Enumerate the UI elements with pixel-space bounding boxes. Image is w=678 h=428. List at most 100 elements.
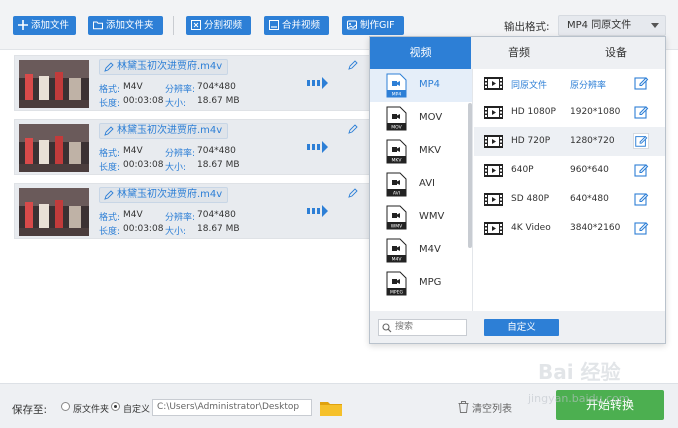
add-file-button[interactable]: 添加文件	[13, 16, 76, 35]
edit-icon[interactable]	[633, 191, 649, 207]
output-format-select[interactable]: MP4 同原文件	[558, 15, 666, 36]
format-search-input[interactable]: 搜索	[378, 319, 467, 336]
clear-list-button[interactable]: 清空列表	[458, 400, 512, 415]
gif-icon	[347, 20, 357, 30]
format-item-mkv[interactable]: MKV MKV	[370, 135, 472, 168]
svg-text:MP4: MP4	[392, 92, 402, 98]
pencil-icon[interactable]	[348, 60, 358, 70]
edit-icon[interactable]	[633, 75, 649, 91]
resolution-row[interactable]: 640P 960*640	[474, 156, 665, 185]
video-file-icon: MOV	[386, 106, 407, 131]
video-thumbnail	[19, 124, 89, 172]
file-row[interactable]: 林黛玉初次进贾府.m4v 格式: M4V 分辨率: 704*480 长度: 00…	[14, 55, 374, 111]
file-format: M4V	[123, 210, 143, 220]
format-item-mpg[interactable]: MPEG MPG	[370, 267, 472, 300]
arrow-right-icon	[307, 77, 328, 89]
format-list: MP4 MP4 MOV MOV MKV MKV AVI AVI WMV WMV …	[370, 69, 473, 311]
resolution-list: 同原文件 原分辨率 HD 1080P 1920*1080 HD 720P 128…	[474, 69, 665, 311]
film-icon	[484, 77, 503, 90]
tab-video[interactable]: 视频	[370, 37, 471, 69]
video-file-icon: AVI	[386, 172, 407, 197]
pencil-icon	[104, 62, 114, 72]
file-format: M4V	[123, 146, 143, 156]
bottom-bar: 保存至: 原文件夹 自定义 C:\Users\Administrator\Des…	[0, 383, 678, 428]
pencil-icon[interactable]	[348, 124, 358, 134]
format-item-wmv[interactable]: WMV WMV	[370, 201, 472, 234]
split-video-button[interactable]: 分割视频	[186, 16, 251, 35]
pencil-icon	[104, 126, 114, 136]
video-file-icon: M4V	[386, 238, 407, 263]
format-item-avi[interactable]: AVI AVI	[370, 168, 472, 201]
edit-icon[interactable]	[633, 220, 649, 236]
save-to-label: 保存至:	[12, 404, 48, 416]
tab-audio[interactable]: 音频	[471, 37, 567, 69]
merge-video-button[interactable]: 合并视频	[264, 16, 329, 35]
edit-icon[interactable]	[633, 162, 649, 178]
folder-icon[interactable]	[320, 399, 342, 416]
tab-device[interactable]: 设备	[567, 37, 665, 69]
video-thumbnail	[19, 60, 89, 108]
video-file-icon: MP4	[386, 73, 407, 98]
chevron-down-icon	[651, 23, 659, 28]
merge-icon	[269, 20, 279, 30]
resolution-row[interactable]: SD 480P 640*480	[474, 185, 665, 214]
custom-folder-radio[interactable]	[111, 402, 120, 411]
video-file-icon: MPEG	[386, 271, 407, 296]
edit-icon[interactable]	[633, 104, 649, 120]
pencil-icon	[104, 190, 114, 200]
film-icon	[484, 106, 503, 119]
file-resolution: 704*480	[197, 146, 236, 156]
format-list-scrollbar[interactable]	[468, 103, 472, 248]
source-folder-radio[interactable]	[61, 402, 70, 411]
film-icon	[484, 193, 503, 206]
file-size: 18.67 MB	[197, 96, 240, 106]
custom-format-button[interactable]: 自定义	[484, 319, 559, 336]
svg-text:WMV: WMV	[391, 224, 403, 230]
svg-text:MOV: MOV	[391, 125, 402, 131]
file-duration: 00:03:08	[123, 160, 164, 170]
svg-text:M4V: M4V	[392, 257, 403, 263]
video-thumbnail	[19, 188, 89, 236]
file-size: 18.67 MB	[197, 224, 240, 234]
film-icon	[484, 222, 503, 235]
pencil-icon[interactable]	[348, 188, 358, 198]
custom-folder-label: 自定义	[123, 405, 151, 415]
svg-text:MPEG: MPEG	[390, 290, 403, 296]
start-convert-button[interactable]: 开始转换	[556, 390, 664, 420]
file-row[interactable]: 林黛玉初次进贾府.m4v 格式: M4V 分辨率: 704*480 长度: 00…	[14, 183, 374, 239]
resolution-row[interactable]: HD 720P 1280*720	[474, 127, 665, 156]
file-format: M4V	[123, 82, 143, 92]
arrow-right-icon	[307, 141, 328, 153]
file-name[interactable]: 林黛玉初次进贾府.m4v	[99, 187, 229, 203]
edit-icon[interactable]	[633, 133, 649, 149]
film-icon	[484, 135, 503, 148]
file-duration: 00:03:08	[123, 224, 164, 234]
resolution-row[interactable]: 同原文件 原分辨率	[474, 69, 665, 98]
trash-icon	[458, 401, 469, 413]
search-icon	[382, 323, 392, 333]
video-file-icon: MKV	[386, 139, 407, 164]
format-item-mp4[interactable]: MP4 MP4	[370, 69, 472, 102]
file-name[interactable]: 林黛玉初次进贾府.m4v	[99, 59, 229, 75]
plus-icon	[18, 20, 28, 30]
file-row[interactable]: 林黛玉初次进贾府.m4v 格式: M4V 分辨率: 704*480 长度: 00…	[14, 119, 374, 175]
format-popup-footer: 搜索 自定义	[370, 311, 665, 343]
split-icon	[191, 20, 201, 30]
toolbar-divider	[173, 16, 174, 35]
output-path-input[interactable]: C:\Users\Administrator\Desktop	[152, 399, 312, 416]
source-folder-label: 原文件夹	[73, 405, 110, 415]
svg-text:MKV: MKV	[392, 158, 403, 164]
resolution-row[interactable]: 4K Video 3840*2160	[474, 214, 665, 243]
format-item-m4v[interactable]: M4V M4V	[370, 234, 472, 267]
make-gif-button[interactable]: 制作GIF	[342, 16, 404, 35]
format-item-mov[interactable]: MOV MOV	[370, 102, 472, 135]
file-name[interactable]: 林黛玉初次进贾府.m4v	[99, 123, 229, 139]
format-tabs: 视频 音频 设备	[370, 37, 665, 69]
file-duration: 00:03:08	[123, 96, 164, 106]
resolution-row[interactable]: HD 1080P 1920*1080	[474, 98, 665, 127]
add-folder-button[interactable]: 添加文件夹	[88, 16, 163, 35]
arrow-right-icon	[307, 205, 328, 217]
file-resolution: 704*480	[197, 210, 236, 220]
film-icon	[484, 164, 503, 177]
file-size: 18.67 MB	[197, 160, 240, 170]
